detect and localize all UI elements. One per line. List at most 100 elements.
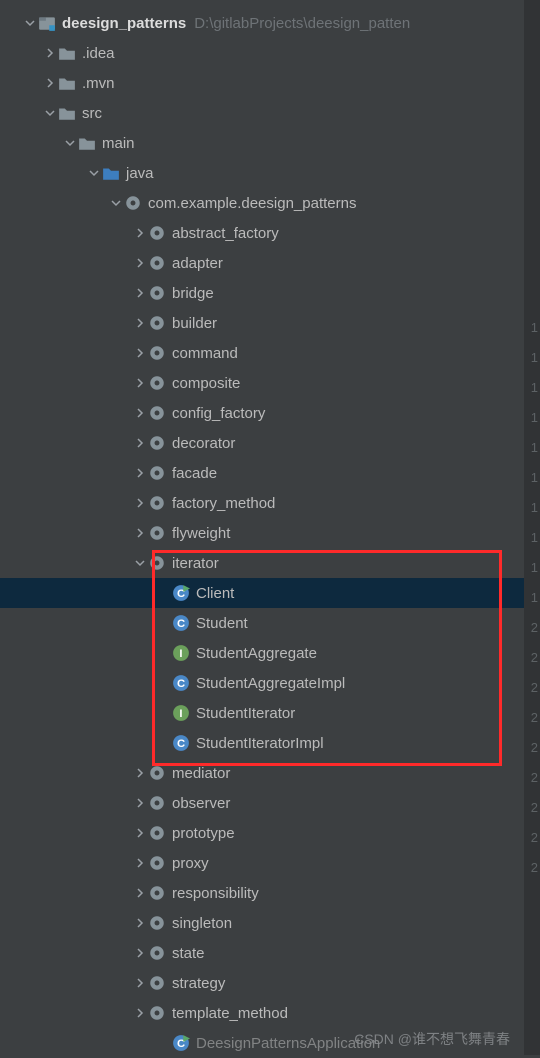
chevron-right-icon[interactable] bbox=[132, 915, 148, 931]
chevron-right-icon[interactable] bbox=[132, 225, 148, 241]
tree-item-state[interactable]: state bbox=[0, 938, 540, 968]
tree-item--mvn[interactable]: .mvn bbox=[0, 68, 540, 98]
class-icon: C bbox=[172, 674, 190, 692]
gutter-line-number: 2 bbox=[531, 740, 538, 755]
chevron-right-icon[interactable] bbox=[132, 285, 148, 301]
gutter-line-number: 1 bbox=[531, 320, 538, 335]
chevron-right-icon[interactable] bbox=[132, 375, 148, 391]
tree-item-facade[interactable]: facade bbox=[0, 458, 540, 488]
tree-item-studentiterator[interactable]: I StudentIterator bbox=[0, 698, 540, 728]
tree-item-label: StudentIterator bbox=[196, 705, 295, 722]
package-icon bbox=[148, 974, 166, 992]
tree-item-bridge[interactable]: bridge bbox=[0, 278, 540, 308]
tree-item-label: bridge bbox=[172, 285, 214, 302]
chevron-down-icon[interactable] bbox=[132, 555, 148, 571]
tree-item-com-example-deesign-patterns[interactable]: com.example.deesign_patterns bbox=[0, 188, 540, 218]
tree-item-src[interactable]: src bbox=[0, 98, 540, 128]
tree-item-label: flyweight bbox=[172, 525, 230, 542]
tree-item-prototype[interactable]: prototype bbox=[0, 818, 540, 848]
tree-item-abstract-factory[interactable]: abstract_factory bbox=[0, 218, 540, 248]
tree-item-template-method[interactable]: template_method bbox=[0, 998, 540, 1028]
chevron-right-icon[interactable] bbox=[132, 525, 148, 541]
tree-item-command[interactable]: command bbox=[0, 338, 540, 368]
chevron-right-icon[interactable] bbox=[132, 255, 148, 271]
tree-item-label: StudentAggregate bbox=[196, 645, 317, 662]
tree-item-observer[interactable]: observer bbox=[0, 788, 540, 818]
tree-item-adapter[interactable]: adapter bbox=[0, 248, 540, 278]
tree-item-label: deesign_patterns bbox=[62, 15, 186, 32]
gutter-line-number: 1 bbox=[531, 440, 538, 455]
tree-item-label: builder bbox=[172, 315, 217, 332]
tree-item-studentiteratorimpl[interactable]: CStudentIteratorImpl bbox=[0, 728, 540, 758]
tree-item-label: Client bbox=[196, 585, 234, 602]
package-icon bbox=[148, 884, 166, 902]
tree-item-deesign-patterns[interactable]: deesign_patternsD:\gitlabProjects\deesig… bbox=[0, 8, 540, 38]
tree-item-decorator[interactable]: decorator bbox=[0, 428, 540, 458]
chevron-right-icon[interactable] bbox=[132, 345, 148, 361]
class-icon: C bbox=[172, 614, 190, 632]
chevron-right-icon[interactable] bbox=[42, 75, 58, 91]
project-tree: deesign_patternsD:\gitlabProjects\deesig… bbox=[0, 0, 540, 1058]
package-icon bbox=[148, 524, 166, 542]
tree-item-label: DeesignPatternsApplication bbox=[196, 1035, 380, 1052]
tree-item-factory-method[interactable]: factory_method bbox=[0, 488, 540, 518]
class-run-icon: C bbox=[172, 584, 190, 602]
chevron-right-icon[interactable] bbox=[132, 795, 148, 811]
tree-item-label: config_factory bbox=[172, 405, 265, 422]
chevron-right-icon[interactable] bbox=[132, 435, 148, 451]
package-icon bbox=[148, 344, 166, 362]
tree-item-studentaggregate[interactable]: IStudentAggregate bbox=[0, 638, 540, 668]
chevron-down-icon[interactable] bbox=[108, 195, 124, 211]
tree-item-strategy[interactable]: strategy bbox=[0, 968, 540, 998]
tree-item-config-factory[interactable]: config_factory bbox=[0, 398, 540, 428]
tree-item-label: StudentAggregateImpl bbox=[196, 675, 345, 692]
tree-item--idea[interactable]: .idea bbox=[0, 38, 540, 68]
chevron-right-icon[interactable] bbox=[132, 825, 148, 841]
tree-item-client[interactable]: C Client bbox=[0, 578, 540, 608]
chevron-right-icon[interactable] bbox=[132, 945, 148, 961]
chevron-right-icon[interactable] bbox=[132, 315, 148, 331]
chevron-right-icon[interactable] bbox=[132, 405, 148, 421]
chevron-right-icon[interactable] bbox=[42, 45, 58, 61]
chevron-right-icon[interactable] bbox=[132, 465, 148, 481]
chevron-right-icon[interactable] bbox=[132, 975, 148, 991]
tree-item-singleton[interactable]: singleton bbox=[0, 908, 540, 938]
chevron-down-icon[interactable] bbox=[22, 15, 38, 31]
gutter-line-number: 2 bbox=[531, 620, 538, 635]
chevron-down-icon[interactable] bbox=[86, 165, 102, 181]
tree-item-label: java bbox=[126, 165, 154, 182]
chevron-right-icon[interactable] bbox=[132, 765, 148, 781]
chevron-down-icon[interactable] bbox=[42, 105, 58, 121]
folder-icon bbox=[58, 104, 76, 122]
tree-item-composite[interactable]: composite bbox=[0, 368, 540, 398]
tree-item-student[interactable]: CStudent bbox=[0, 608, 540, 638]
tree-item-builder[interactable]: builder bbox=[0, 308, 540, 338]
chevron-down-icon[interactable] bbox=[62, 135, 78, 151]
tree-item-proxy[interactable]: proxy bbox=[0, 848, 540, 878]
gutter-line-number: 2 bbox=[531, 770, 538, 785]
tree-item-responsibility[interactable]: responsibility bbox=[0, 878, 540, 908]
tree-item-flyweight[interactable]: flyweight bbox=[0, 518, 540, 548]
svg-text:C: C bbox=[177, 618, 185, 630]
gutter-line-number: 1 bbox=[531, 470, 538, 485]
chevron-right-icon[interactable] bbox=[132, 495, 148, 511]
tree-item-mediator[interactable]: mediator bbox=[0, 758, 540, 788]
chevron-right-icon[interactable] bbox=[132, 1005, 148, 1021]
tree-item-label: adapter bbox=[172, 255, 223, 272]
chevron-right-icon[interactable] bbox=[132, 855, 148, 871]
tree-item-label: factory_method bbox=[172, 495, 275, 512]
tree-item-java[interactable]: java bbox=[0, 158, 540, 188]
gutter-line-number: 2 bbox=[531, 680, 538, 695]
tree-item-label: decorator bbox=[172, 435, 235, 452]
chevron-right-icon[interactable] bbox=[132, 885, 148, 901]
tree-item-label: .idea bbox=[82, 45, 115, 62]
class-run-icon: C bbox=[172, 1034, 190, 1052]
package-icon bbox=[148, 824, 166, 842]
tree-item-main[interactable]: main bbox=[0, 128, 540, 158]
tree-item-studentaggregateimpl[interactable]: C StudentAggregateImpl bbox=[0, 668, 540, 698]
svg-text:I: I bbox=[179, 708, 182, 720]
svg-text:C: C bbox=[177, 738, 185, 750]
gutter-line-number: 2 bbox=[531, 860, 538, 875]
package-icon bbox=[148, 554, 166, 572]
tree-item-iterator[interactable]: iterator bbox=[0, 548, 540, 578]
